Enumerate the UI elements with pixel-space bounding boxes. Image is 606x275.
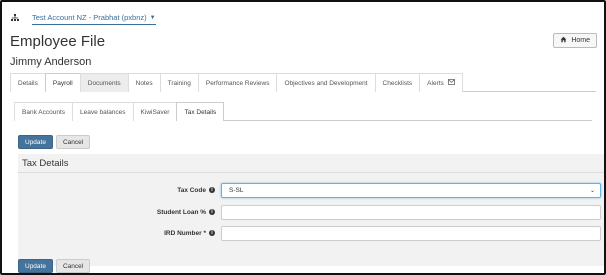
bottom-button-row: Update Cancel — [18, 259, 91, 273]
student-loan-row: Student Loan % i — [18, 204, 604, 220]
tax-code-select[interactable]: S-SL ⌄ — [221, 182, 601, 198]
tab-documents[interactable]: Documents — [79, 73, 129, 92]
tab-alerts[interactable]: Alerts — [419, 73, 463, 92]
main-tabs: Details Payroll Documents Notes Training… — [10, 73, 596, 93]
tab-label: Checklists — [382, 79, 413, 87]
update-button[interactable]: Update — [18, 259, 53, 273]
tab-performance-reviews[interactable]: Performance Reviews — [197, 73, 278, 92]
subtab-kiwisaver[interactable]: KiwiSaver — [132, 102, 178, 121]
home-icon — [560, 36, 567, 45]
ird-number-row: IRD Number * i — [18, 225, 604, 241]
home-button[interactable]: Home — [553, 33, 597, 48]
subtab-bank-accounts[interactable]: Bank Accounts — [14, 102, 73, 121]
ird-number-label: IRD Number * i — [18, 230, 221, 237]
payroll-panel: Bank Accounts Leave balances KiwiSaver T… — [10, 92, 604, 273]
sitemap-icon[interactable] — [10, 13, 22, 25]
account-label: Test Account NZ - Prabhat (pxbnz) — [32, 13, 147, 22]
caret-down-icon: ▼ — [149, 14, 156, 21]
tab-checklists[interactable]: Checklists — [374, 73, 421, 92]
envelope-icon — [447, 74, 455, 93]
tax-details-form: Tax Details Tax Code i S-SL ⌄ Student Lo… — [18, 154, 604, 266]
cancel-button[interactable]: Cancel — [55, 259, 91, 273]
student-loan-label-text: Student Loan % — [156, 208, 206, 216]
student-loan-label: Student Loan % i — [18, 209, 221, 216]
tax-code-label: Tax Code i — [18, 187, 221, 194]
tab-label: Performance Reviews — [205, 79, 270, 87]
ird-number-input[interactable] — [221, 225, 601, 241]
payroll-sub-tabs: Bank Accounts Leave balances KiwiSaver T… — [14, 102, 592, 121]
tax-code-value: S-SL — [229, 186, 244, 194]
tab-notes[interactable]: Notes — [127, 73, 161, 92]
update-button[interactable]: Update — [18, 135, 53, 149]
tab-label: Training — [167, 79, 191, 87]
tab-objectives-and-development[interactable]: Objectives and Development — [276, 73, 376, 92]
tab-label: Payroll — [52, 80, 73, 87]
tax-code-label-text: Tax Code — [177, 186, 206, 194]
info-icon[interactable]: i — [209, 209, 215, 215]
section-title: Tax Details — [22, 158, 69, 169]
tab-training[interactable]: Training — [159, 73, 199, 92]
account-bar: Test Account NZ - Prabhat (pxbnz) ▼ — [10, 11, 156, 27]
tab-payroll[interactable]: Payroll — [44, 73, 81, 93]
chevron-down-icon: ⌄ — [589, 187, 595, 194]
page-title: Employee File — [10, 33, 106, 50]
tab-label: Alerts — [427, 79, 444, 87]
tax-code-row: Tax Code i S-SL ⌄ — [18, 182, 604, 198]
ird-number-label-text: IRD Number * — [164, 229, 206, 237]
tab-label: Documents — [87, 79, 121, 87]
info-icon[interactable]: i — [209, 187, 215, 193]
student-loan-input[interactable] — [221, 204, 601, 220]
info-icon[interactable]: i — [209, 230, 215, 236]
tab-details[interactable]: Details — [10, 73, 46, 92]
top-button-row: Update Cancel — [18, 135, 91, 149]
subtab-leave-balances[interactable]: Leave balances — [72, 102, 134, 121]
section-divider — [18, 172, 604, 173]
account-select[interactable]: Test Account NZ - Prabhat (pxbnz) ▼ — [32, 13, 156, 25]
home-button-label: Home — [571, 37, 590, 44]
tab-label: Objectives and Development — [284, 79, 368, 87]
tab-label: Details — [18, 79, 38, 87]
tab-label: Notes — [135, 79, 153, 87]
employee-name: Jimmy Anderson — [10, 56, 92, 68]
app-window: Test Account NZ - Prabhat (pxbnz) ▼ Empl… — [0, 0, 606, 275]
subtab-tax-details[interactable]: Tax Details — [176, 102, 225, 121]
cancel-button[interactable]: Cancel — [55, 135, 91, 149]
